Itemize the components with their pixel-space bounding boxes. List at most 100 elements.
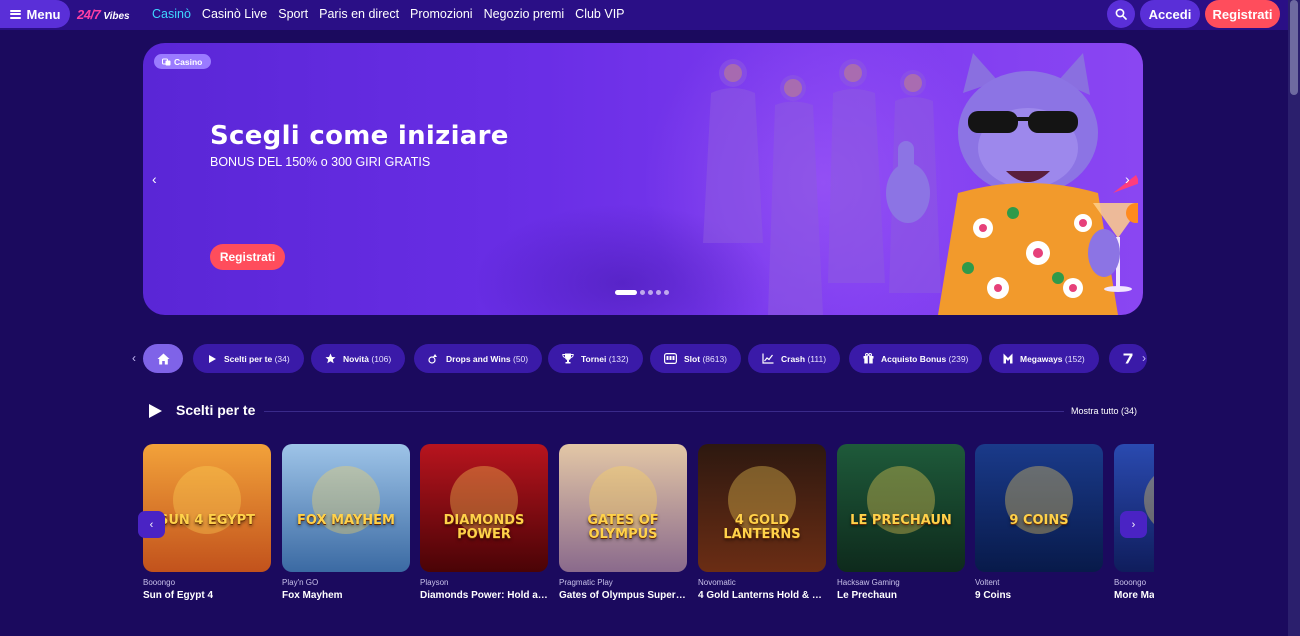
chart-icon — [762, 353, 774, 364]
chip-megaways[interactable]: Megaways (152) — [989, 344, 1099, 373]
hero-badge-label: Casino — [174, 56, 203, 67]
game-tile[interactable]: DIAMONDS POWER Playson Diamonds Power: Hol… — [420, 444, 548, 601]
page-scrollbar[interactable] — [1288, 0, 1300, 636]
game-provider: Novomatic — [698, 578, 736, 587]
game-logo-text: FOX MAYHEM — [297, 513, 395, 528]
game-logo-text: 9 COINS — [1009, 513, 1069, 528]
games-carousel: SUN 4 EGYPT Booongo Sun of Egypt 4 FOX MAYH… — [143, 444, 1154, 614]
game-thumbnail[interactable]: GATES OF OLYMPUS — [559, 444, 687, 572]
hero-prev-arrow-icon[interactable]: ‹ — [152, 171, 157, 187]
nav-item-club-vip[interactable]: Club VIP — [575, 7, 624, 21]
hero-pagination-dot[interactable] — [648, 290, 653, 295]
chip-label: Scelti per te — [224, 353, 273, 364]
hero-pagination-dot[interactable] — [615, 290, 637, 295]
hero-title: Scegli come iniziare — [210, 121, 509, 151]
slot-icon — [664, 353, 677, 364]
games-prev-arrow-icon[interactable]: ‹ — [138, 511, 165, 538]
nav-item-negozio-premi[interactable]: Negozio premi — [484, 7, 565, 21]
chip-slot[interactable]: Slot (8613) — [650, 344, 742, 373]
nav-item-paris-en-direct[interactable]: Paris en direct — [319, 7, 399, 21]
hero-pagination-dot[interactable] — [640, 290, 645, 295]
hero-pagination-dot[interactable] — [664, 290, 669, 295]
games-next-arrow-icon[interactable]: › — [1120, 511, 1147, 538]
chip-label: Acquisto Bonus — [881, 353, 947, 364]
play-icon — [149, 404, 162, 418]
top-navigation-bar: Menu 24/7 Vibes Casinò Casinò Live Sport… — [0, 0, 1288, 30]
nav-item-casino-live[interactable]: Casinò Live — [202, 7, 267, 21]
game-name[interactable]: 4 Gold Lanterns Hold & Win — [698, 590, 826, 601]
game-tile[interactable]: GATES OF OLYMPUS Pragmatic Play Gates of O… — [559, 444, 687, 601]
game-provider: Booongo — [143, 578, 176, 587]
chip-drops-and-wins[interactable]: Drops and Wins (50) — [414, 344, 543, 373]
chip-home[interactable] — [143, 344, 183, 373]
hero-banner: Casino Scegli come iniziare BONUS DEL 15… — [143, 43, 1143, 315]
menu-label: Menu — [26, 6, 61, 22]
show-all-link[interactable]: Mostra tutto (34) — [1071, 406, 1137, 416]
game-tile[interactable]: 9 COINS Voltent 9 Coins — [975, 444, 1103, 601]
game-provider: Booongo — [1114, 578, 1147, 587]
game-logo-text: SUN 4 EGYPT — [159, 513, 255, 528]
logo-name: Vibes — [103, 11, 130, 22]
game-name[interactable]: Fox Mayhem — [282, 590, 410, 601]
game-name[interactable]: More Magic Apple — [1114, 590, 1154, 601]
chip-count: (8613) — [702, 353, 728, 364]
logo-number: 24/7 — [77, 7, 101, 22]
game-tile[interactable]: FOX MAYHEM Play'n GO Fox Mayhem — [282, 444, 410, 601]
search-button[interactable] — [1107, 0, 1135, 28]
game-name[interactable]: Diamonds Power: Hold and Win — [420, 590, 548, 601]
chip-tornei[interactable]: Tornei (132) — [548, 344, 643, 373]
game-thumbnail[interactable]: DIAMONDS POWER — [420, 444, 548, 572]
game-thumbnail[interactable]: SUN 4 EGYPT — [143, 444, 271, 572]
game-logo-text: LE PRECHAUN — [850, 513, 952, 528]
chip-count: (239) — [948, 353, 969, 364]
game-thumbnail[interactable]: 9 COINS — [975, 444, 1103, 572]
trophy-icon — [562, 353, 574, 364]
game-provider: Pragmatic Play — [559, 578, 613, 587]
chips-prev-arrow-icon[interactable]: ‹ — [132, 351, 136, 365]
chip-count: (50) — [513, 353, 529, 364]
login-button[interactable]: Accedi — [1140, 0, 1200, 28]
hero-next-arrow-icon[interactable]: › — [1125, 171, 1130, 187]
game-tile[interactable]: LE PRECHAUN Hacksaw Gaming Le Prechaun — [837, 444, 965, 601]
main-nav: Casinò Casinò Live Sport Paris en direct… — [152, 0, 625, 28]
game-logo-text: DIAMONDS POWER — [443, 513, 525, 542]
hero-register-button[interactable]: Registrati — [210, 244, 285, 270]
hamburger-icon — [9, 9, 21, 19]
chip-label: Crash — [781, 353, 806, 364]
cat-mascot-image — [886, 53, 1138, 315]
chip-count: (106) — [371, 353, 392, 364]
chip-novita[interactable]: Novità (106) — [311, 344, 406, 373]
chip-scelti-per-te[interactable]: Scelti per te (34) — [193, 344, 304, 373]
game-name[interactable]: Gates of Olympus Super Scatter — [559, 590, 687, 601]
menu-button[interactable]: Menu — [0, 0, 70, 28]
nav-item-casino[interactable]: Casinò — [152, 7, 191, 21]
game-name[interactable]: Le Prechaun — [837, 590, 965, 601]
chip-label: Tornei — [581, 353, 607, 364]
chip-count: (34) — [274, 353, 290, 364]
hero-pagination-dot[interactable] — [656, 290, 661, 295]
scrollbar-thumb[interactable] — [1290, 0, 1298, 95]
play-icon — [209, 354, 216, 363]
chip-label: Drops and Wins — [446, 353, 511, 364]
chip-crash[interactable]: Crash (111) — [748, 344, 841, 373]
logo[interactable]: 24/7 Vibes — [77, 7, 130, 23]
category-chips: Scelti per te (34) Novità (106) Drops an… — [143, 344, 1154, 373]
game-provider: Playson — [420, 578, 449, 587]
game-thumbnail[interactable]: 4 GOLD LANTERNS — [698, 444, 826, 572]
game-thumbnail[interactable] — [1114, 444, 1154, 572]
game-thumbnail[interactable]: FOX MAYHEM — [282, 444, 410, 572]
section-divider — [264, 411, 1064, 412]
nav-item-promozioni[interactable]: Promozioni — [410, 7, 473, 21]
register-button[interactable]: Registrati — [1205, 0, 1280, 28]
chip-acquisto-bonus[interactable]: Acquisto Bonus (239) — [849, 344, 983, 373]
section-title: Scelti per te — [176, 402, 256, 418]
chip-label: Slot — [684, 353, 701, 364]
nav-item-sport[interactable]: Sport — [278, 7, 308, 21]
megaways-icon — [1003, 353, 1013, 364]
game-name[interactable]: 9 Coins — [975, 590, 1103, 601]
game-provider: Voltent — [975, 578, 1000, 587]
game-thumbnail[interactable]: LE PRECHAUN — [837, 444, 965, 572]
game-tile[interactable]: 4 GOLD LANTERNS Novomatic 4 Gold Lanterns … — [698, 444, 826, 601]
game-name[interactable]: Sun of Egypt 4 — [143, 590, 271, 601]
chips-next-arrow-icon[interactable]: › — [1142, 351, 1146, 365]
